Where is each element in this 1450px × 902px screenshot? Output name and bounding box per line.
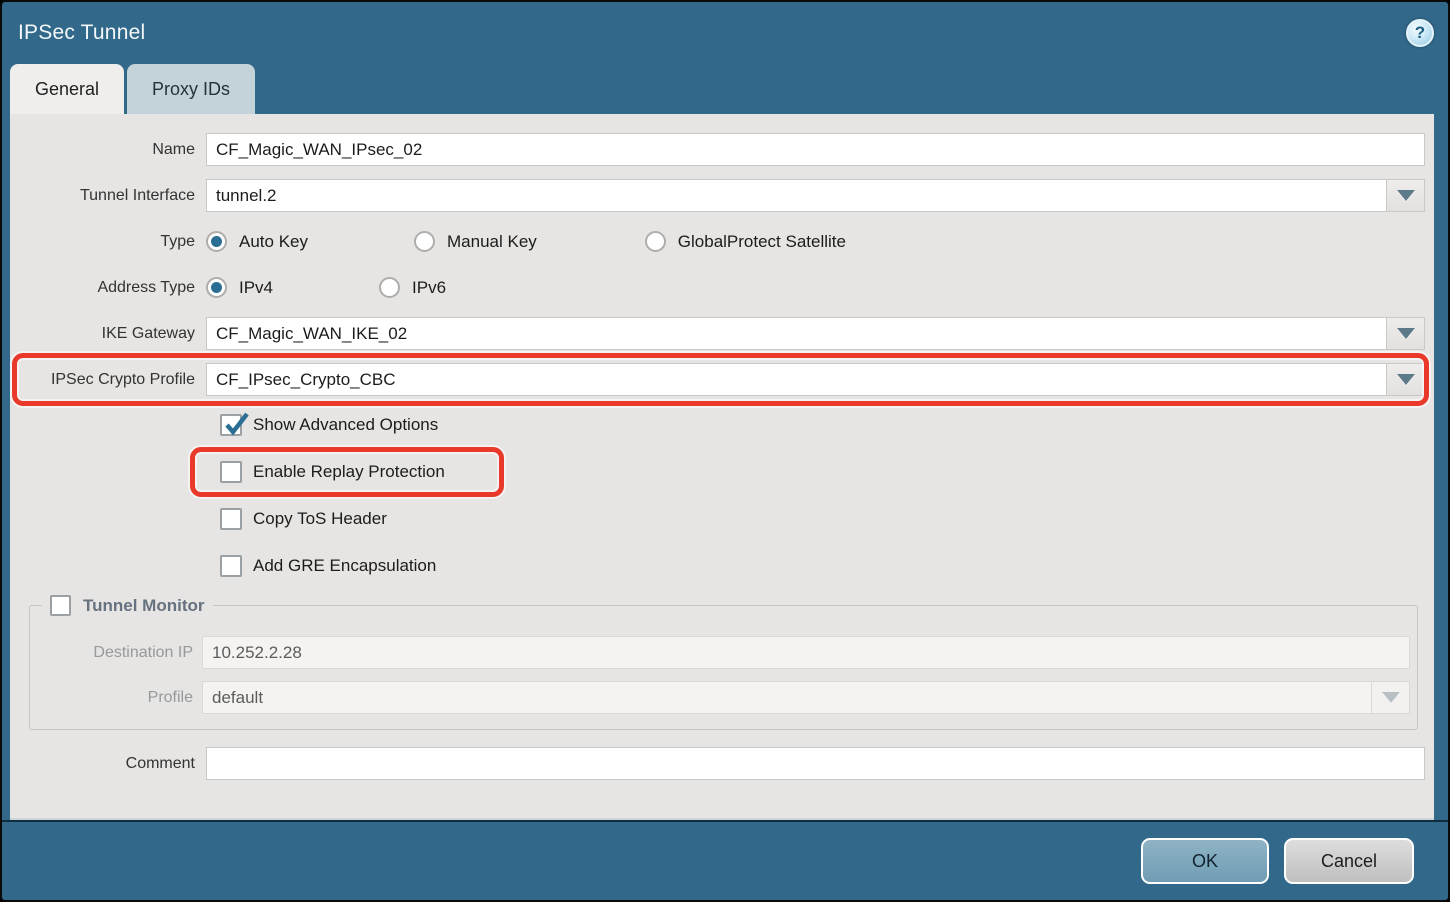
tunnel-interface-row: Tunnel Interface (10, 179, 1425, 212)
radio-ipv4-label: IPv4 (239, 278, 273, 298)
radio-ipv4[interactable]: IPv4 (206, 277, 273, 298)
chevron-down-icon (1397, 374, 1415, 385)
radio-button-icon (645, 231, 666, 252)
profile-dropdown-button (1371, 681, 1410, 714)
ike-gateway-dropdown-button[interactable] (1386, 317, 1425, 350)
tab-general[interactable]: General (10, 64, 124, 114)
general-tab-panel: Name Tunnel Interface Type (10, 114, 1434, 820)
destination-ip-input (202, 636, 1410, 669)
dialog-footer: OK Cancel (2, 820, 1448, 900)
radio-auto-key-label: Auto Key (239, 232, 308, 252)
ipsec-crypto-profile-input[interactable] (206, 363, 1386, 396)
profile-input (202, 681, 1371, 714)
tunnel-monitor-legend: Tunnel Monitor (42, 595, 213, 616)
ike-gateway-input[interactable] (206, 317, 1386, 350)
tunnel-monitor-section: Tunnel Monitor Destination IP Profile (29, 595, 1418, 730)
radio-ipv6-label: IPv6 (412, 278, 446, 298)
tunnel-monitor-checkbox[interactable] (50, 595, 71, 616)
radio-globalprotect-satellite-label: GlobalProtect Satellite (678, 232, 846, 252)
chevron-down-icon (1382, 692, 1400, 703)
name-row: Name (10, 133, 1425, 166)
tunnel-interface-label: Tunnel Interface (10, 187, 206, 205)
enable-replay-protection-checkbox[interactable] (220, 461, 242, 483)
add-gre-encapsulation-row: Add GRE Encapsulation (10, 554, 1425, 577)
profile-label: Profile (30, 689, 202, 707)
radio-manual-key[interactable]: Manual Key (414, 231, 537, 252)
type-label: Type (10, 233, 206, 251)
ipsec-tunnel-dialog: IPSec Tunnel ? General Proxy IDs Name Tu… (0, 0, 1450, 902)
show-advanced-options-checkbox[interactable] (220, 414, 242, 436)
enable-replay-protection-row: Enable Replay Protection (10, 460, 1425, 483)
name-label: Name (10, 141, 206, 159)
destination-ip-label: Destination IP (30, 644, 202, 662)
chevron-down-icon (1397, 190, 1415, 201)
copy-tos-header-checkbox[interactable] (220, 508, 242, 530)
comment-input[interactable] (206, 747, 1425, 780)
radio-manual-key-label: Manual Key (447, 232, 537, 252)
radio-auto-key[interactable]: Auto Key (206, 231, 308, 252)
radio-button-icon (379, 277, 400, 298)
ok-button[interactable]: OK (1141, 838, 1269, 884)
destination-ip-row: Destination IP (30, 636, 1413, 669)
chevron-down-icon (1397, 328, 1415, 339)
tunnel-interface-input[interactable] (206, 179, 1386, 212)
copy-tos-header-row: Copy ToS Header (10, 507, 1425, 530)
ipsec-crypto-profile-label: IPSec Crypto Profile (10, 371, 206, 389)
show-advanced-options-label: Show Advanced Options (253, 415, 438, 435)
tunnel-interface-dropdown-button[interactable] (1386, 179, 1425, 212)
address-type-label: Address Type (10, 279, 206, 297)
radio-button-icon (206, 231, 227, 252)
comment-label: Comment (10, 755, 206, 773)
ok-button-label: OK (1192, 851, 1218, 872)
ipsec-crypto-profile-row: IPSec Crypto Profile (10, 363, 1425, 396)
tab-bar: General Proxy IDs (10, 64, 1448, 114)
profile-row: Profile (30, 681, 1413, 714)
ipsec-crypto-profile-dropdown-button[interactable] (1386, 363, 1425, 396)
tab-proxy-ids-label: Proxy IDs (152, 79, 230, 100)
dialog-titlebar: IPSec Tunnel ? (2, 2, 1448, 64)
cancel-button-label: Cancel (1321, 851, 1377, 872)
radio-globalprotect-satellite[interactable]: GlobalProtect Satellite (645, 231, 846, 252)
tunnel-monitor-label: Tunnel Monitor (83, 596, 205, 616)
radio-button-icon (206, 277, 227, 298)
cancel-button[interactable]: Cancel (1284, 838, 1414, 884)
checkmark-icon (223, 411, 249, 437)
copy-tos-header-label: Copy ToS Header (253, 509, 387, 529)
comment-row: Comment (10, 747, 1425, 780)
type-row: Type Auto Key Manual Key GlobalProtect S… (10, 225, 1425, 258)
dialog-title: IPSec Tunnel (18, 21, 145, 45)
radio-ipv6[interactable]: IPv6 (379, 277, 446, 298)
add-gre-encapsulation-checkbox[interactable] (220, 555, 242, 577)
add-gre-encapsulation-label: Add GRE Encapsulation (253, 556, 436, 576)
radio-button-icon (414, 231, 435, 252)
tab-proxy-ids[interactable]: Proxy IDs (127, 64, 255, 114)
address-type-row: Address Type IPv4 IPv6 (10, 271, 1425, 304)
ike-gateway-row: IKE Gateway (10, 317, 1425, 350)
enable-replay-protection-label: Enable Replay Protection (253, 462, 445, 482)
ike-gateway-label: IKE Gateway (10, 325, 206, 343)
help-glyph: ? (1415, 23, 1425, 43)
name-input[interactable] (206, 133, 1425, 166)
show-advanced-options-row: Show Advanced Options (10, 413, 1425, 436)
tab-general-label: General (35, 79, 99, 100)
help-icon[interactable]: ? (1406, 19, 1434, 47)
